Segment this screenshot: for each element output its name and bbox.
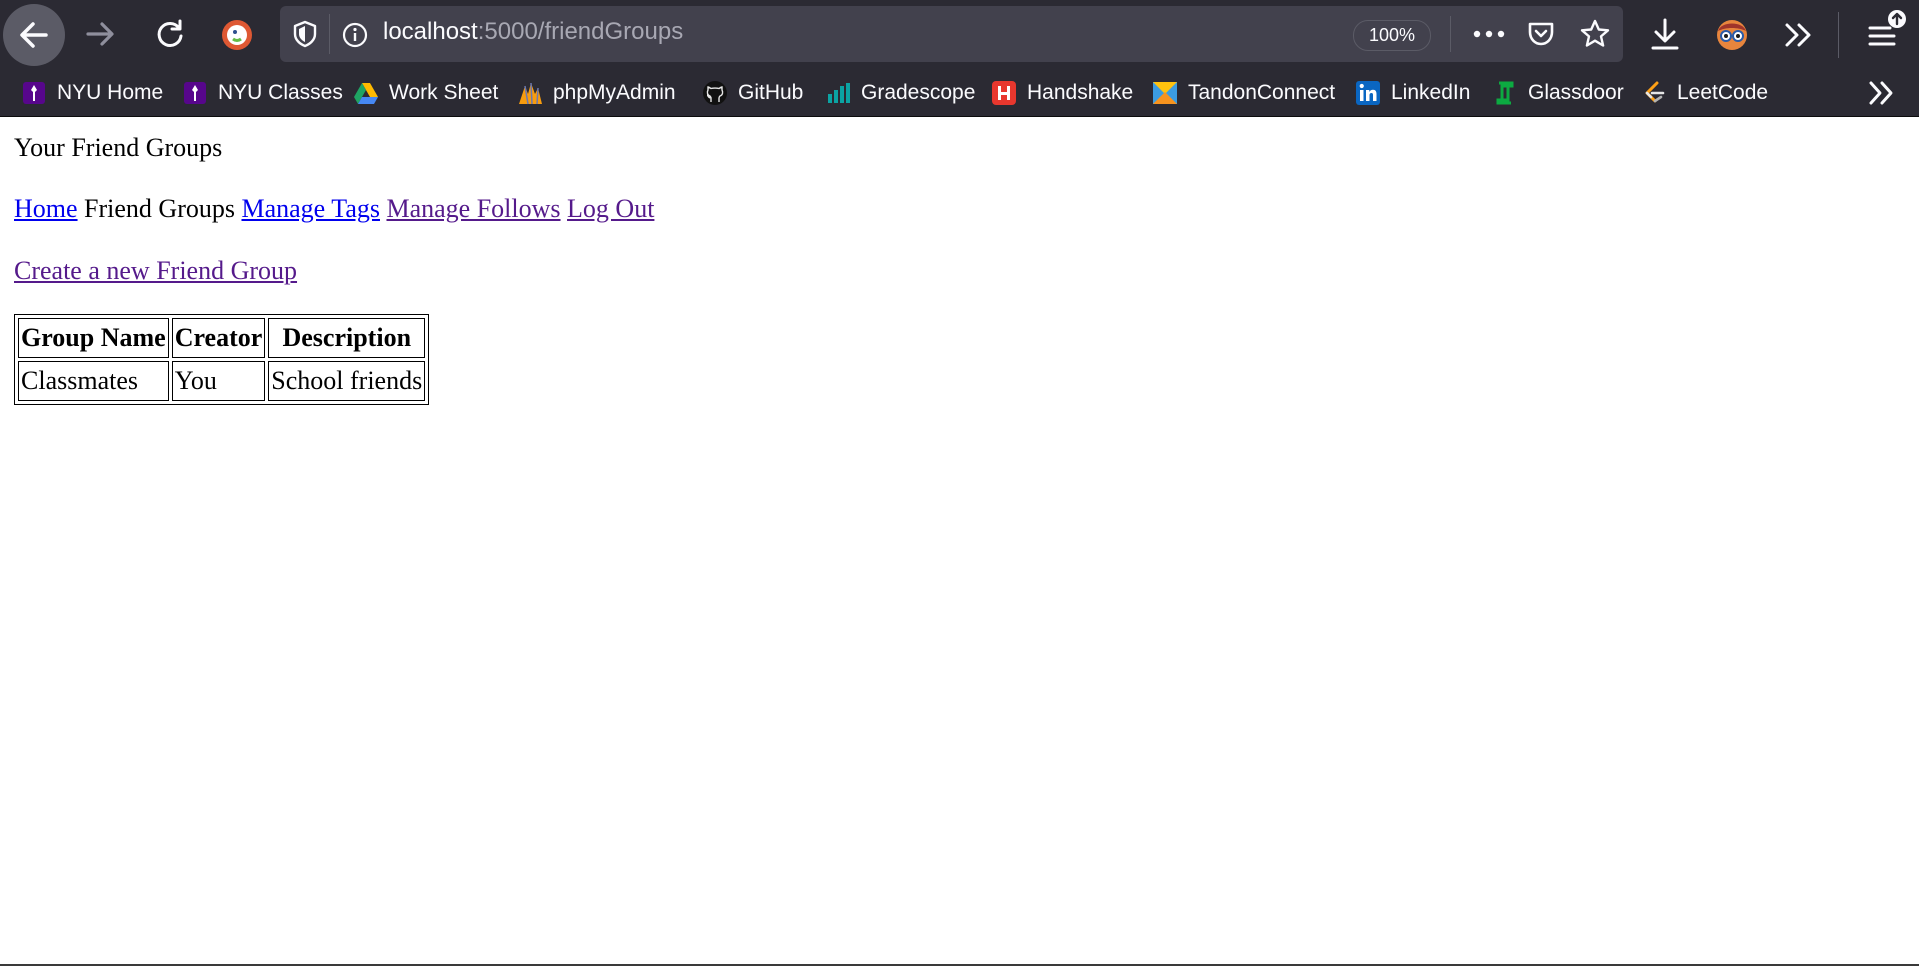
- cell-group-name: Classmates: [18, 361, 169, 401]
- bookmark-label: phpMyAdmin: [553, 81, 676, 104]
- bookmark-label: Handshake: [1027, 81, 1134, 104]
- gradescope-icon: [828, 83, 850, 103]
- cell-description: School friends: [268, 361, 426, 401]
- bookmark-label: LeetCode: [1677, 81, 1769, 104]
- bookmark-label: NYU Home: [57, 81, 164, 104]
- bookmark-github[interactable]: GitHub: [702, 78, 803, 108]
- bookmark-label: Glassdoor: [1528, 81, 1624, 104]
- nav-log-out-link[interactable]: Log Out: [567, 194, 654, 223]
- app-menu-button[interactable]: [1860, 6, 1912, 54]
- site-info-icon[interactable]: [342, 22, 368, 48]
- bookmark-label: LinkedIn: [1391, 81, 1471, 104]
- back-arrow-icon: [20, 22, 48, 48]
- tandonconnect-icon: [1153, 82, 1177, 104]
- leetcode-icon: [1645, 81, 1665, 103]
- forward-arrow-icon: [86, 22, 114, 46]
- download-icon: [1651, 18, 1679, 50]
- forward-button[interactable]: [82, 16, 118, 52]
- nyu-torch-icon: [23, 82, 45, 104]
- bookmarks-overflow-button[interactable]: [1864, 78, 1898, 108]
- create-group-line: Create a new Friend Group: [14, 256, 297, 286]
- double-chevron-right-icon: [1785, 23, 1811, 47]
- url-path: :5000/friendGroups: [477, 18, 684, 45]
- hamburger-menu-icon: [1868, 10, 1906, 46]
- page-content: Your Friend Groups Home Friend Groups Ma…: [0, 117, 1919, 966]
- bookmark-leetcode[interactable]: LeetCode: [1641, 78, 1768, 108]
- github-icon: [703, 81, 727, 105]
- google-drive-icon: [354, 83, 378, 104]
- column-header-description: Description: [268, 318, 426, 358]
- reload-icon: [157, 19, 183, 47]
- phpmyadmin-icon: [519, 82, 542, 105]
- bookmark-glassdoor[interactable]: Glassdoor: [1492, 78, 1624, 108]
- extension-button[interactable]: [1713, 16, 1751, 54]
- bookmark-work-sheet[interactable]: Work Sheet: [353, 78, 498, 108]
- bookmark-handshake[interactable]: Handshake: [991, 78, 1133, 108]
- urlbar-divider-right: [1450, 16, 1451, 52]
- bookmark-label: Gradescope: [861, 81, 976, 104]
- zoom-level-button[interactable]: 100%: [1353, 20, 1431, 51]
- page-title: Your Friend Groups: [14, 133, 223, 162]
- table-header-row: Group Name Creator Description: [18, 318, 426, 358]
- overflow-extensions-button[interactable]: [1780, 18, 1816, 52]
- address-bar[interactable]: localhost:5000/friendGroups 100%: [280, 6, 1623, 62]
- nav-manage-follows-link[interactable]: Manage Follows: [386, 194, 560, 223]
- toolbar-divider: [1838, 12, 1839, 58]
- browser-toolbar: localhost:5000/friendGroups 100%: [0, 0, 1919, 71]
- duckduckgo-button[interactable]: [220, 18, 254, 52]
- bookmark-phpmyadmin[interactable]: phpMyAdmin: [517, 78, 676, 108]
- urlbar-divider: [329, 14, 330, 54]
- tracking-protection-shield-icon[interactable]: [292, 20, 318, 48]
- nyu-torch-icon: [184, 82, 206, 104]
- extension-face-icon: [1717, 20, 1747, 50]
- site-nav: Home Friend Groups Manage Tags Manage Fo…: [14, 194, 654, 224]
- back-button[interactable]: [3, 4, 65, 66]
- linkedin-icon: [1356, 81, 1380, 105]
- url-text[interactable]: localhost:5000/friendGroups: [383, 18, 683, 46]
- cell-creator: You: [171, 361, 266, 401]
- downloads-button[interactable]: [1647, 16, 1683, 54]
- reload-button[interactable]: [152, 16, 188, 52]
- bookmark-nyu-home[interactable]: NYU Home: [21, 78, 163, 108]
- table-row: Classmates You School friends: [18, 361, 426, 401]
- pocket-icon[interactable]: [1526, 19, 1556, 49]
- column-header-group-name: Group Name: [18, 318, 169, 358]
- url-host: localhost: [383, 18, 478, 45]
- page-actions-menu-icon[interactable]: [1471, 26, 1507, 42]
- column-header-creator: Creator: [171, 318, 266, 358]
- nav-current-friend-groups: Friend Groups: [84, 194, 235, 223]
- friend-groups-table: Group Name Creator Description Classmate…: [14, 314, 430, 405]
- nav-home-link[interactable]: Home: [14, 194, 78, 223]
- create-friend-group-link[interactable]: Create a new Friend Group: [14, 256, 297, 285]
- bookmark-tandonconnect[interactable]: TandonConnect: [1152, 78, 1335, 108]
- glassdoor-icon: [1496, 81, 1514, 105]
- bookmark-star-icon[interactable]: [1579, 18, 1611, 50]
- nav-manage-tags-link[interactable]: Manage Tags: [241, 194, 380, 223]
- bookmark-label: NYU Classes: [218, 81, 343, 104]
- bookmark-gradescope[interactable]: Gradescope: [825, 78, 975, 108]
- handshake-icon: [992, 81, 1016, 105]
- bookmark-label: TandonConnect: [1188, 81, 1336, 104]
- double-chevron-right-icon: [1869, 81, 1893, 105]
- bookmark-linkedin[interactable]: LinkedIn: [1355, 78, 1470, 108]
- duckduckgo-icon: [222, 20, 252, 50]
- bookmark-nyu-classes[interactable]: NYU Classes: [182, 78, 343, 108]
- bookmark-label: GitHub: [738, 81, 804, 104]
- bookmark-label: Work Sheet: [389, 81, 499, 104]
